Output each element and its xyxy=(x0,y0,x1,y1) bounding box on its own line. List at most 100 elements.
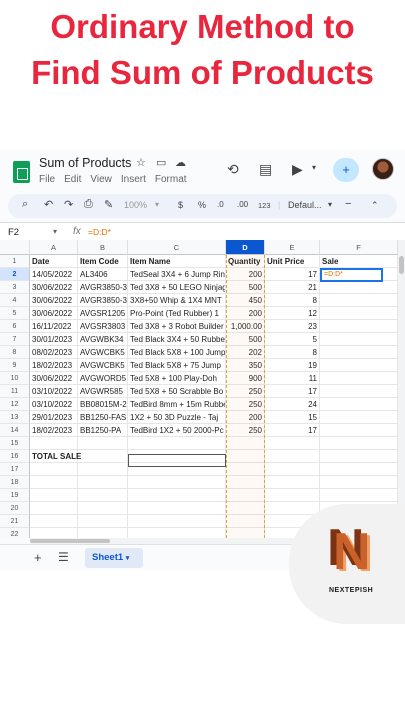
grid-cell[interactable]: 8 xyxy=(265,346,320,359)
grid-cell[interactable]: 18/02/2023 xyxy=(30,424,78,437)
row-header[interactable]: 12 xyxy=(0,398,30,411)
grid-cell[interactable]: 500 xyxy=(226,281,265,294)
grid-cell[interactable]: 24 xyxy=(265,398,320,411)
horizontal-scroll-thumb[interactable] xyxy=(30,539,110,543)
row-header[interactable]: 4 xyxy=(0,294,30,307)
grid-cell[interactable] xyxy=(320,307,398,320)
menu-insert[interactable]: Insert xyxy=(121,174,146,185)
vertical-scroll-thumb[interactable] xyxy=(399,256,404,274)
share-button[interactable]: + xyxy=(333,158,359,182)
grid-cell[interactable] xyxy=(128,476,226,489)
grid-cell[interactable]: AVGR3850-3 xyxy=(78,281,128,294)
grid-cell[interactable] xyxy=(320,346,398,359)
row-header[interactable]: 16 xyxy=(0,450,30,463)
percent-format-button[interactable]: % xyxy=(198,200,206,210)
row-header[interactable]: 18 xyxy=(0,476,30,489)
active-cell-f2[interactable]: =D:D* xyxy=(320,268,383,282)
grid-cell[interactable]: AVGR3850-3 xyxy=(78,294,128,307)
cloud-status-icon[interactable]: ☁ xyxy=(175,156,186,169)
grid-cell[interactable] xyxy=(265,437,320,450)
grid-cell[interactable]: 17 xyxy=(265,268,320,281)
grid-cell[interactable]: 30/06/2022 xyxy=(30,294,78,307)
menu-edit[interactable]: Edit xyxy=(64,174,81,185)
grid-cell[interactable]: AVGWORD5 xyxy=(78,372,128,385)
grid-cell[interactable] xyxy=(78,528,128,538)
vertical-scrollbar[interactable] xyxy=(398,240,405,538)
grid-cell[interactable] xyxy=(30,463,78,476)
grid-cell[interactable]: AL3406 xyxy=(78,268,128,281)
grid-cell[interactable] xyxy=(320,385,398,398)
row-header[interactable]: 1 xyxy=(0,255,30,268)
grid-cell[interactable]: 15 xyxy=(265,411,320,424)
row-header[interactable]: 7 xyxy=(0,333,30,346)
grid-cell[interactable] xyxy=(265,463,320,476)
grid-cell[interactable] xyxy=(320,320,398,333)
header-cell[interactable]: Sale xyxy=(320,255,398,268)
grid-cell[interactable] xyxy=(30,489,78,502)
grid-cell[interactable] xyxy=(226,515,265,528)
row-header[interactable]: 9 xyxy=(0,359,30,372)
header-cell[interactable]: Date xyxy=(30,255,78,268)
total-sale-value-cell[interactable] xyxy=(128,454,226,467)
grid-cell[interactable]: AVGWCBK5 xyxy=(78,359,128,372)
grid-cell[interactable] xyxy=(320,359,398,372)
more-formats-button[interactable]: 123 xyxy=(258,201,271,210)
grid-cell[interactable]: TedBird 8mm + 15m Rubber xyxy=(128,398,226,411)
collapse-toolbar-icon[interactable]: ⌃ xyxy=(371,200,379,211)
grid-cell[interactable] xyxy=(226,502,265,515)
grid-cell[interactable]: Ted Black 5X8 + 100 Jump xyxy=(128,346,226,359)
name-box-dropdown-icon[interactable]: ▾ xyxy=(53,227,57,236)
add-sheet-icon[interactable]: + xyxy=(34,550,42,565)
grid-cell[interactable]: 03/10/2022 xyxy=(30,398,78,411)
grid-cell[interactable]: 11 xyxy=(265,372,320,385)
grid-cell[interactable]: 29/01/2023 xyxy=(30,411,78,424)
grid-cell[interactable] xyxy=(128,528,226,538)
grid-cell[interactable]: 200 xyxy=(226,411,265,424)
grid-cell[interactable]: 1,000.00 xyxy=(226,320,265,333)
column-header-f[interactable]: F xyxy=(320,240,398,255)
column-header-a[interactable]: A xyxy=(30,240,78,255)
column-header-d[interactable]: D xyxy=(226,240,265,255)
grid-cell[interactable]: Ted Black 3X4 + 50 Rubber xyxy=(128,333,226,346)
grid-cell[interactable]: 1X2 + 50 3D Puzzle - Taj xyxy=(128,411,226,424)
grid-cell[interactable]: BB1250-PA xyxy=(78,424,128,437)
history-icon[interactable]: ⟲ xyxy=(227,161,239,178)
grid-cell[interactable] xyxy=(265,502,320,515)
formula-input[interactable]: =D:D* xyxy=(88,227,111,237)
grid-cell[interactable]: AVGWR585 xyxy=(78,385,128,398)
grid-cell[interactable]: 17 xyxy=(265,385,320,398)
grid-cell[interactable]: 350 xyxy=(226,359,265,372)
grid-cell[interactable]: Ted 5X8 + 50 Scrabble Bo xyxy=(128,385,226,398)
row-header[interactable]: 19 xyxy=(0,489,30,502)
grid-cell[interactable] xyxy=(320,437,398,450)
grid-cell[interactable]: 30/01/2023 xyxy=(30,333,78,346)
grid-cell[interactable] xyxy=(320,424,398,437)
grid-cell[interactable]: 18/02/2023 xyxy=(30,359,78,372)
undo-icon[interactable]: ↶ xyxy=(44,198,53,211)
search-icon[interactable]: ⌕ xyxy=(22,198,28,211)
grid-cell[interactable] xyxy=(78,437,128,450)
star-icon[interactable]: ☆ xyxy=(136,156,146,169)
move-folder-icon[interactable]: ▭ xyxy=(156,156,166,169)
grid-cell[interactable] xyxy=(265,476,320,489)
menu-view[interactable]: View xyxy=(90,174,112,185)
grid-cell[interactable] xyxy=(226,528,265,538)
zoom-select[interactable]: 100% xyxy=(124,200,147,210)
decrease-decimals-button[interactable]: .0 xyxy=(217,200,224,209)
grid-cell[interactable]: 500 xyxy=(226,333,265,346)
row-header[interactable]: 14 xyxy=(0,424,30,437)
row-header[interactable]: 22 xyxy=(0,528,30,538)
grid-cell[interactable]: Ted 5X8 + 100 Play-Doh xyxy=(128,372,226,385)
redo-icon[interactable]: ↷ xyxy=(64,198,73,211)
grid-cell[interactable]: 250 xyxy=(226,424,265,437)
grid-cell[interactable]: 12 xyxy=(265,307,320,320)
grid-cell[interactable] xyxy=(30,515,78,528)
total-sale-label[interactable]: TOTAL SALE xyxy=(30,450,81,463)
sheets-logo-icon[interactable] xyxy=(13,161,30,183)
grid-cell[interactable] xyxy=(320,294,398,307)
font-select[interactable]: Defaul... xyxy=(288,200,322,210)
grid-cell[interactable]: Ted 3X8 + 3 Robot Builder xyxy=(128,320,226,333)
grid-cell[interactable]: AVGWCBK5 xyxy=(78,346,128,359)
grid-cell[interactable] xyxy=(226,437,265,450)
grid-cell[interactable]: 200 xyxy=(226,268,265,281)
